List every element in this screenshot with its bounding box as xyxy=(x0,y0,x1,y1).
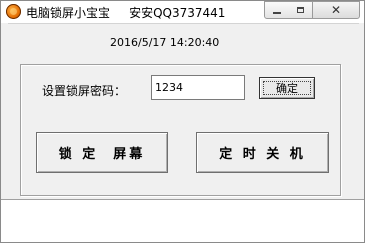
password-input[interactable] xyxy=(151,75,245,100)
lock-screen-button[interactable]: 锁 定 屏幕 xyxy=(36,132,168,173)
password-label: 设置锁屏密码： xyxy=(42,84,127,98)
close-button[interactable]: ✕ xyxy=(312,1,360,19)
minimize-icon xyxy=(273,12,281,14)
maximize-icon xyxy=(297,7,304,13)
minimize-button[interactable] xyxy=(264,1,290,19)
window-title: 电脑锁屏小宝宝 安安QQ3737441 xyxy=(26,6,226,20)
maximize-button[interactable] xyxy=(289,1,313,19)
app-icon xyxy=(6,4,21,19)
lock-screen-button-label: 锁 定 屏幕 xyxy=(58,147,146,162)
timed-shutdown-button-label: 定 时 关 机 xyxy=(219,147,306,162)
app-window: 电脑锁屏小宝宝 安安QQ3737441 ✕ 2016/5/17 14:20:40… xyxy=(0,0,365,243)
confirm-button[interactable]: 确定 xyxy=(259,77,315,99)
main-panel: 2016/5/17 14:20:40 设置锁屏密码： 确定 锁 定 屏幕 定 时… xyxy=(8,23,359,197)
title-bar[interactable]: 电脑锁屏小宝宝 安安QQ3737441 ✕ xyxy=(1,1,364,23)
lock-settings-group: 设置锁屏密码： 确定 锁 定 屏幕 定 时 关 机 xyxy=(20,64,341,196)
close-icon: ✕ xyxy=(330,3,342,17)
status-area xyxy=(1,199,364,242)
focus-rect xyxy=(263,81,311,95)
datetime-display: 2016/5/17 14:20:40 xyxy=(110,36,220,49)
timed-shutdown-button[interactable]: 定 时 关 机 xyxy=(196,132,329,173)
